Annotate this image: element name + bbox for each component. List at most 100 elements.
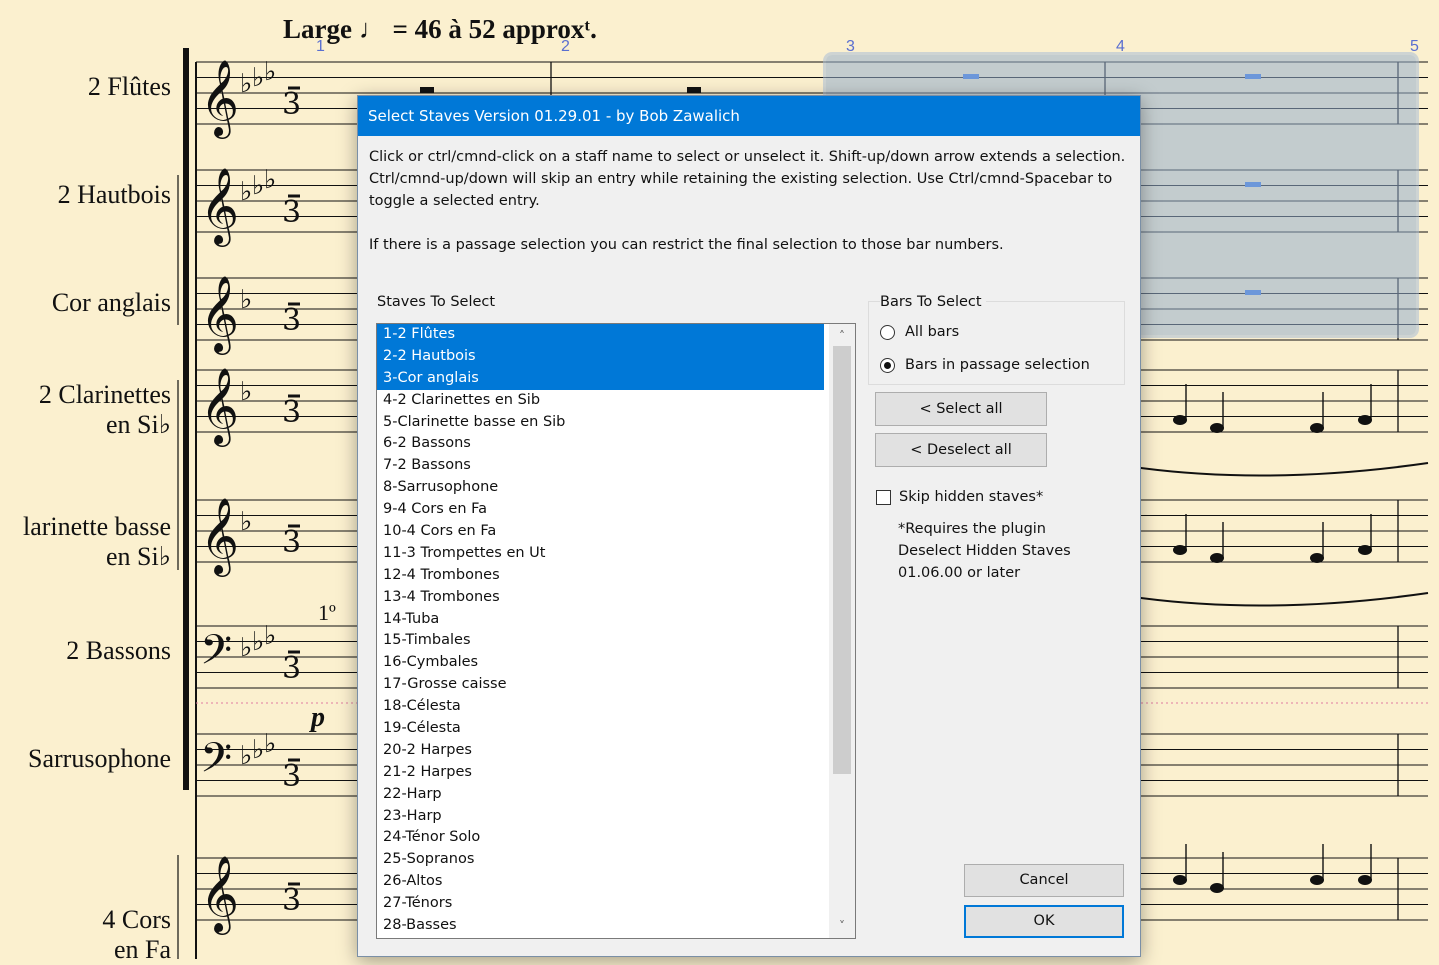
staff-list-item[interactable]: 16-Cymbales bbox=[377, 652, 824, 674]
bar-number: 1 bbox=[316, 38, 325, 55]
scroll-up-arrow-icon[interactable]: ˄ bbox=[829, 326, 855, 346]
all-bars-radio-row[interactable]: All bars bbox=[880, 324, 959, 340]
staff-list-item[interactable]: 13-4 Trombones bbox=[377, 587, 824, 609]
treble-clef-icon: 𝄞 bbox=[200, 59, 239, 139]
staves-listbox[interactable]: 1-2 Flûtes 2-2 Hautbois 3-Cor anglais 4-2 C… bbox=[376, 323, 856, 939]
staff-name-bassons[interactable]: 2 Bassons bbox=[66, 636, 171, 666]
passage-bars-radio[interactable] bbox=[880, 357, 895, 373]
dynamic-marking: p bbox=[311, 702, 325, 733]
flat-icon: ♭ bbox=[240, 177, 252, 207]
skip-hidden-label: Skip hidden staves* bbox=[899, 489, 1044, 505]
note-head-icon bbox=[1358, 545, 1372, 555]
staff-list-item[interactable]: 12-4 Trombones bbox=[377, 565, 824, 587]
note-head-icon bbox=[1310, 553, 1324, 563]
note-head-icon bbox=[1173, 415, 1187, 425]
ok-button[interactable]: OK bbox=[964, 905, 1124, 938]
note-head-icon bbox=[1173, 545, 1187, 555]
bass-clef-icon: 𝄢 bbox=[200, 734, 232, 792]
scroll-down-arrow-icon[interactable]: ˅ bbox=[829, 916, 855, 936]
note-head-icon bbox=[1358, 875, 1372, 885]
staff-name-clarinette-basse[interactable]: larinette basse en Si♭ bbox=[23, 512, 171, 572]
plugin-note-line3: 01.06.00 or later bbox=[898, 565, 1021, 581]
time-signature-icon: 3 bbox=[282, 303, 301, 338]
staff-name-flutes[interactable]: 2 Flûtes bbox=[88, 72, 171, 102]
cancel-button[interactable]: Cancel bbox=[964, 864, 1124, 897]
treble-clef-icon: 𝄞 bbox=[200, 367, 239, 447]
staff-list-item[interactable]: 27-Ténors bbox=[377, 893, 824, 915]
staff-list-item[interactable]: 21-2 Harpes bbox=[377, 762, 824, 784]
staff-list-item[interactable]: 4-2 Clarinettes en Sib bbox=[377, 390, 824, 412]
staff-list-item[interactable]: 23-Harp bbox=[377, 806, 824, 828]
staff-list-item[interactable]: 28-Basses bbox=[377, 915, 824, 937]
time-signature-icon: 3 bbox=[282, 525, 301, 560]
staff-name-cor-anglais[interactable]: Cor anglais bbox=[52, 288, 171, 318]
staff-list-item[interactable]: 24-Ténor Solo bbox=[377, 827, 824, 849]
select-all-button[interactable]: < Select all bbox=[875, 392, 1047, 426]
flat-icon: ♭ bbox=[240, 285, 252, 315]
staves-group-label: Staves To Select bbox=[377, 294, 496, 310]
staff-name-clarinettes[interactable]: 2 Clarinettes en Si♭ bbox=[39, 380, 171, 440]
staff-list-item[interactable]: 18-Célesta bbox=[377, 696, 824, 718]
scroll-thumb[interactable] bbox=[833, 346, 851, 774]
staff-list-item[interactable]: 3-Cor anglais bbox=[377, 367, 824, 390]
staff-list-item[interactable]: 11-3 Trompettes en Ut bbox=[377, 543, 824, 565]
staff-list-item[interactable]: 8-Sarrusophone bbox=[377, 477, 824, 499]
slur bbox=[1119, 592, 1429, 607]
staff-list-item[interactable]: 14-Tuba bbox=[377, 609, 824, 631]
staff-list-item[interactable]: 1-2 Flûtes bbox=[377, 324, 824, 346]
staff-name-cors[interactable]: 4 Cors en Fa bbox=[102, 905, 171, 965]
flat-icon: ♭ bbox=[252, 735, 264, 765]
treble-clef-icon: 𝄞 bbox=[200, 167, 239, 247]
staff-list-item[interactable]: 26-Altos bbox=[377, 871, 824, 893]
flat-icon: ♭ bbox=[240, 633, 252, 663]
plugin-note-line2: Deselect Hidden Staves bbox=[898, 543, 1071, 559]
bar-number: 5 bbox=[1410, 38, 1419, 55]
treble-clef-icon: 𝄞 bbox=[200, 497, 239, 577]
flat-icon: ♭ bbox=[240, 507, 252, 537]
staff-list-item[interactable]: 19-Célesta bbox=[377, 718, 824, 740]
staff-list-item[interactable]: 2-2 Hautbois bbox=[377, 345, 824, 368]
time-signature-icon: 3 bbox=[282, 195, 301, 230]
staff-list-item[interactable]: 20-2 Harpes bbox=[377, 740, 824, 762]
note-head-icon bbox=[1173, 875, 1187, 885]
staff-list-item[interactable]: 10-4 Cors en Fa bbox=[377, 521, 824, 543]
flat-icon: ♭ bbox=[264, 729, 276, 759]
staff-list-item[interactable]: 22-Harp bbox=[377, 784, 824, 806]
staff-list-item[interactable]: 5-Clarinette basse en Sib bbox=[377, 412, 824, 434]
passage-bars-radio-row[interactable]: Bars in passage selection bbox=[880, 357, 1090, 373]
staff-name-hautbois[interactable]: 2 Hautbois bbox=[58, 180, 171, 210]
treble-clef-icon: 𝄞 bbox=[200, 855, 239, 935]
flat-icon: ♭ bbox=[240, 377, 252, 407]
staves-scrollbar[interactable]: ˄ ˅ bbox=[829, 324, 855, 938]
staff-list-item[interactable]: 15-Timbales bbox=[377, 630, 824, 652]
all-bars-radio[interactable] bbox=[880, 324, 895, 340]
staff-list-item[interactable]: 25-Sopranos bbox=[377, 849, 824, 871]
note-head-icon bbox=[1210, 883, 1224, 893]
all-bars-label: All bars bbox=[905, 324, 960, 340]
time-signature-icon: 3 bbox=[282, 395, 301, 430]
flat-icon: ♭ bbox=[252, 171, 264, 201]
time-signature-icon: 3 bbox=[282, 759, 301, 794]
staff-name-sarrusophone[interactable]: Sarrusophone bbox=[28, 744, 171, 774]
skip-hidden-checkbox[interactable] bbox=[876, 490, 891, 505]
note-head-icon bbox=[1310, 423, 1324, 433]
slur bbox=[1119, 462, 1429, 477]
note-head-icon bbox=[1210, 553, 1224, 563]
time-signature-icon: 3 bbox=[282, 883, 301, 918]
flat-icon: ♭ bbox=[264, 621, 276, 651]
flat-icon: ♭ bbox=[252, 627, 264, 657]
deselect-all-button[interactable]: < Deselect all bbox=[875, 433, 1047, 467]
staff-list-item[interactable]: 17-Grosse caisse bbox=[377, 674, 824, 696]
bars-group-label: Bars To Select bbox=[880, 294, 986, 310]
note-head-icon bbox=[1210, 423, 1224, 433]
staff-list-item[interactable]: 6-2 Bassons bbox=[377, 433, 824, 455]
staff-list-item[interactable]: 9-4 Cors en Fa bbox=[377, 499, 824, 521]
flat-icon: ♭ bbox=[264, 165, 276, 195]
bar-number: 2 bbox=[561, 38, 570, 55]
dialog-title[interactable]: Select Staves Version 01.29.01 - by Bob … bbox=[358, 96, 1140, 136]
flat-icon: ♭ bbox=[240, 741, 252, 771]
flat-icon: ♭ bbox=[240, 69, 252, 99]
tempo-marking: Large ♩ = 46 à 52 approxᵗ. bbox=[283, 14, 597, 44]
time-signature-icon: 3 bbox=[282, 651, 301, 686]
staff-list-item[interactable]: 7-2 Bassons bbox=[377, 455, 824, 477]
